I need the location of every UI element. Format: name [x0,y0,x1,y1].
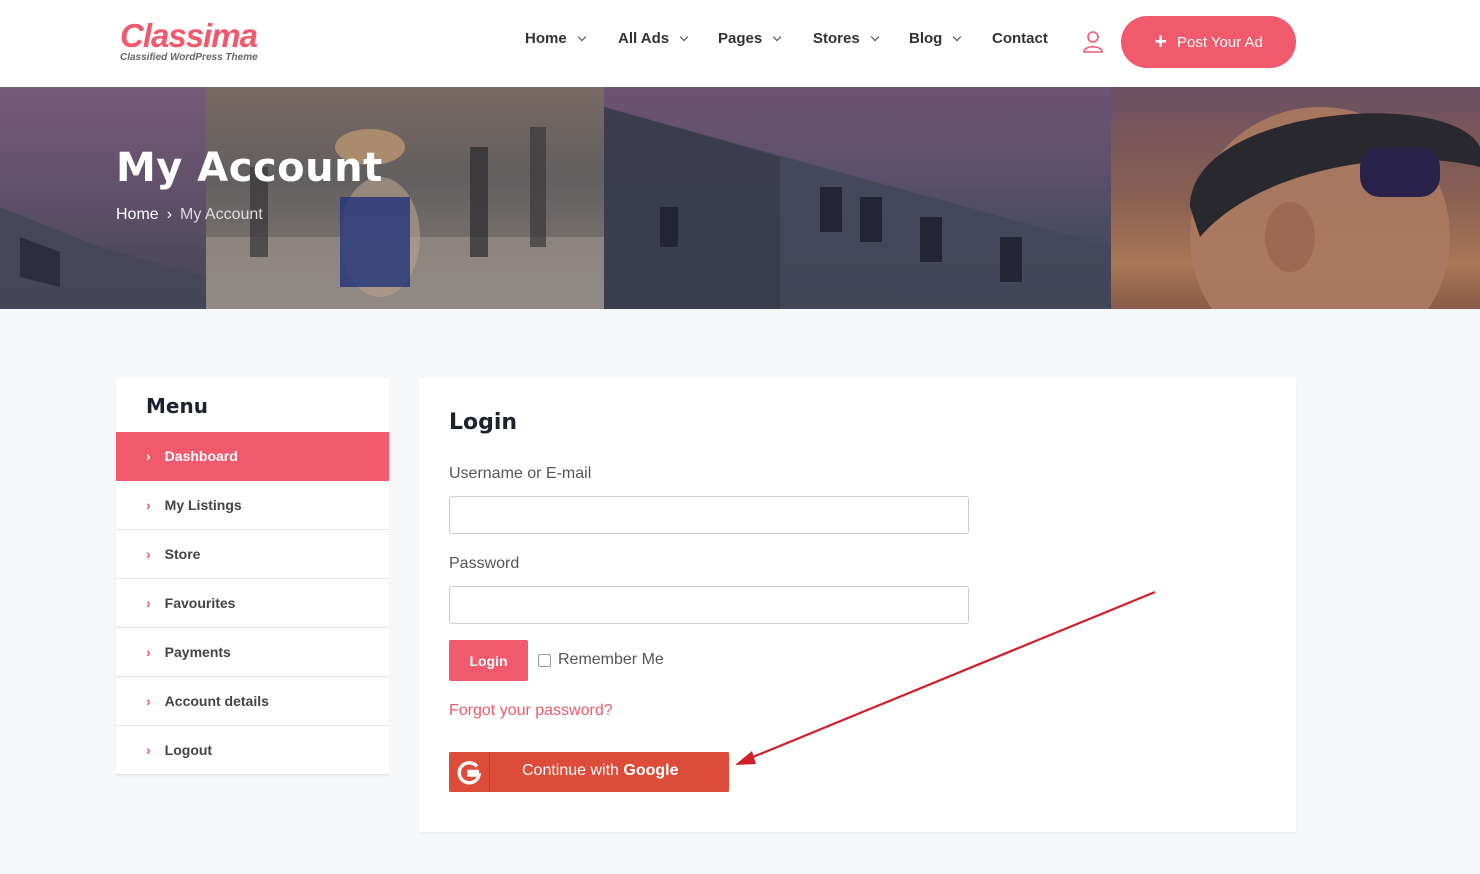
login-heading: Login [449,410,518,435]
chevron-down-icon [953,32,962,41]
nav-item-pages[interactable]: Pages [718,30,782,47]
nav-label: Pages [718,30,763,47]
remember-me[interactable]: Remember Me [538,651,664,669]
chevron-right-icon: › [166,206,173,223]
breadcrumb-current: My Account [180,206,263,223]
sidebar-item-label: Account details [164,693,269,709]
nav-item-stores[interactable]: Stores [813,30,879,47]
google-divider [489,752,490,792]
logo-text: Classima [120,17,258,54]
sidebar-item-logout[interactable]: › Logout [116,726,389,775]
google-prefix: Continue with [522,762,624,779]
sidebar-item-my-listings[interactable]: › My Listings [116,481,389,530]
sidebar-item-label: Store [164,546,201,562]
nav-item-contact[interactable]: Contact [992,30,1048,47]
user-icon[interactable] [1082,30,1104,54]
site-logo[interactable]: Classima Classified WordPress Theme [120,17,258,64]
account-sidebar: Menu › Dashboard › My Listings › Store ›… [116,378,389,775]
remember-me-label: Remember Me [558,651,664,668]
post-your-ad-button[interactable]: + Post Your Ad [1121,16,1296,68]
google-icon [457,761,482,785]
google-button-label: Continue with Google [522,762,679,780]
chevron-down-icon [577,32,586,41]
chevron-right-icon: › [146,546,151,562]
hero-overlay [0,87,1480,309]
nav-item-blog[interactable]: Blog [909,30,962,47]
plus-icon: + [1154,29,1167,54]
password-input[interactable] [449,586,969,624]
sidebar-item-dashboard[interactable]: › Dashboard [116,432,389,481]
nav-label: Stores [813,30,860,47]
chevron-right-icon: › [146,742,151,758]
chevron-right-icon: › [146,448,151,464]
sidebar-item-label: Dashboard [164,448,238,464]
sidebar-item-label: Payments [164,644,231,660]
remember-me-checkbox[interactable] [538,653,551,667]
post-your-ad-label: Post Your Ad [1176,33,1263,51]
sidebar-item-payments[interactable]: › Payments [116,628,389,677]
sidebar-item-label: Favourites [164,595,236,611]
hero-banner: My Account Home › My Account [0,87,1480,309]
chevron-down-icon [772,32,782,41]
logo-tagline: Classified WordPress Theme [120,52,258,63]
chevron-down-icon [870,32,879,41]
nav-label: Blog [909,30,943,47]
chevron-right-icon: › [146,644,151,660]
chevron-right-icon: › [146,693,151,709]
username-label: Username or E-mail [449,465,592,482]
password-label: Password [449,555,520,572]
chevron-down-icon [679,32,689,41]
continue-with-google-button[interactable]: Continue with Google [449,752,729,792]
login-button[interactable]: Login [449,640,528,681]
chevron-right-icon: › [146,497,151,513]
sidebar-heading: Menu [146,394,208,418]
chevron-right-icon: › [146,595,151,611]
sidebar-item-label: Logout [164,742,213,758]
google-brand: Google [623,762,679,779]
sidebar-item-favourites[interactable]: › Favourites [116,579,389,628]
breadcrumb: Home › My Account [116,206,263,224]
forgot-password-link[interactable]: Forgot your password? [449,702,613,720]
page-title: My Account [116,145,383,191]
site-header: Classima Classified WordPress Theme Home… [0,0,1480,87]
nav-label: Contact [992,30,1048,47]
nav-label: Home [525,30,567,47]
sidebar-item-label: My Listings [164,497,242,513]
nav-item-all-ads[interactable]: All Ads [618,30,689,47]
nav-item-home[interactable]: Home [525,30,586,47]
login-panel: Login Username or E-mail Password Login … [419,378,1296,832]
sidebar-item-account-details[interactable]: › Account details [116,677,389,726]
breadcrumb-home-link[interactable]: Home [116,206,159,224]
username-input[interactable] [449,496,969,534]
sidebar-item-store[interactable]: › Store [116,530,389,579]
nav-label: All Ads [618,30,670,47]
